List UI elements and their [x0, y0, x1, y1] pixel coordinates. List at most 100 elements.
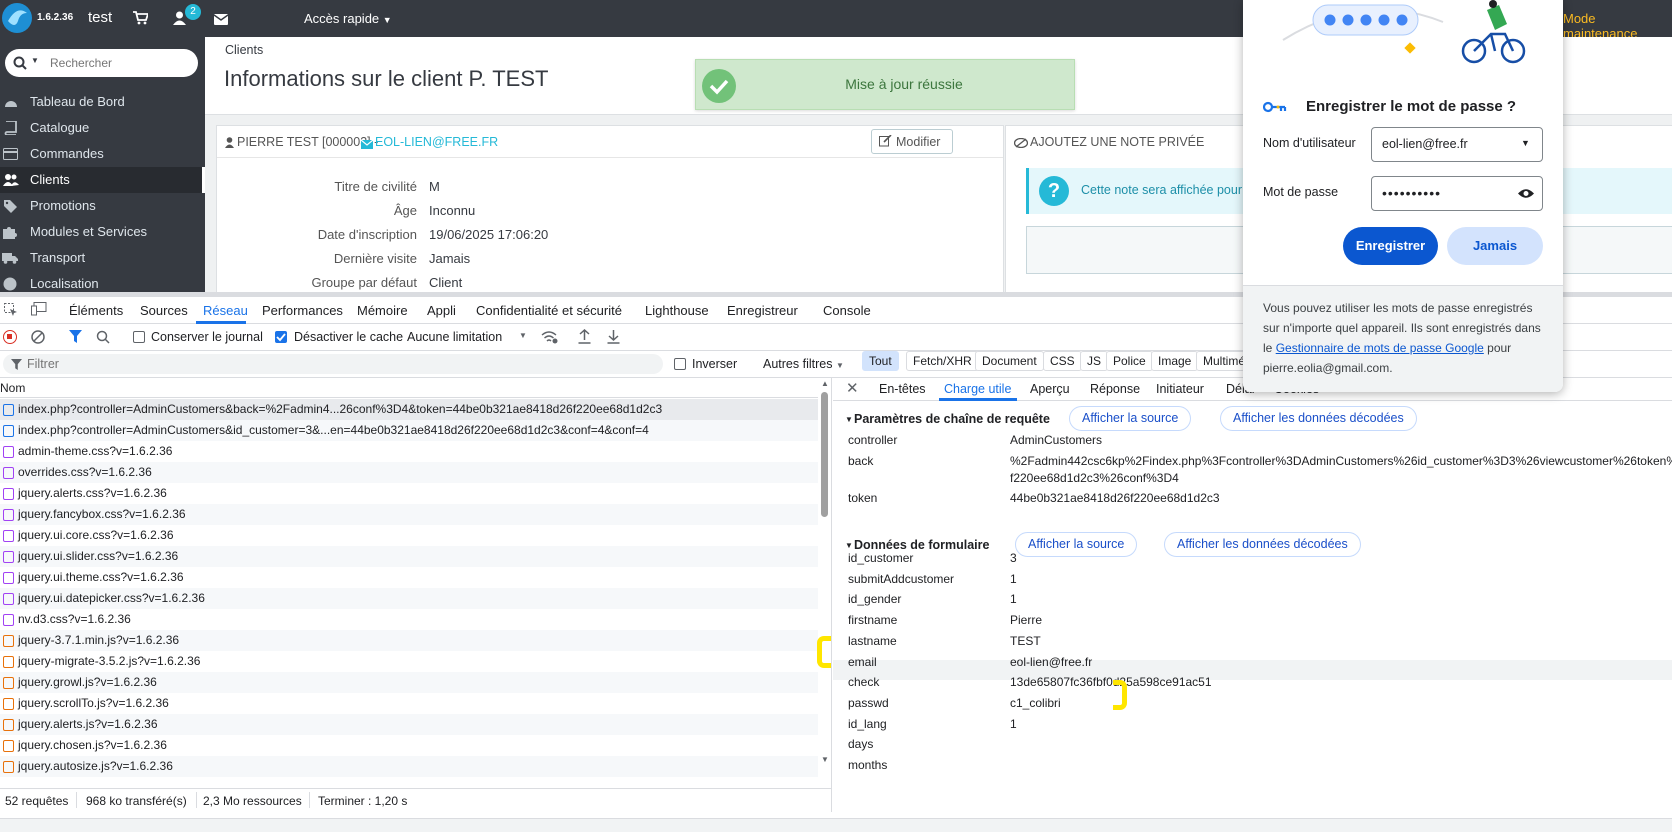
cart-icon[interactable] [133, 11, 150, 28]
query-section-title[interactable]: Paramètres de chaîne de requête [854, 412, 1050, 426]
invert-checkbox[interactable] [674, 358, 686, 370]
tag-icon [4, 200, 17, 213]
sidebar-item-shipping[interactable]: Transport [0, 245, 205, 271]
detail-tab-initiator[interactable]: Initiateur [1156, 382, 1204, 396]
form-view-source-button[interactable]: Afficher la source [1015, 532, 1138, 557]
shop-name-link[interactable]: test [88, 9, 112, 26]
logo-icon[interactable] [2, 3, 32, 33]
chevron-up-icon[interactable]: ▲ [821, 379, 829, 388]
request-row[interactable]: jquery.chosen.js?v=1.6.2.36 [0, 735, 818, 756]
detail-tab-payload[interactable]: Charge utile [944, 382, 1011, 396]
disable-cache-checkbox[interactable] [275, 331, 287, 343]
triangle-down-icon[interactable]: ▼ [845, 415, 853, 424]
detail-tab-response[interactable]: Réponse [1090, 382, 1140, 396]
request-row[interactable]: index.php?controller=AdminCustomers&id_c… [0, 420, 818, 441]
request-row[interactable]: jquery.ui.theme.css?v=1.6.2.36 [0, 567, 818, 588]
filter-chip-all[interactable]: Tout [862, 351, 899, 371]
record-stop-icon[interactable] [3, 330, 17, 344]
tab-privacy[interactable]: Confidentialité et sécurité [476, 303, 622, 318]
request-row[interactable]: nv.d3.css?v=1.6.2.36 [0, 609, 818, 630]
request-row[interactable]: jquery.growl.js?v=1.6.2.36 [0, 672, 818, 693]
detail-tab-headers[interactable]: En-têtes [879, 382, 926, 396]
throttle-select[interactable]: Aucune limitation ▼ [407, 330, 530, 344]
save-password-button[interactable]: Enregistrer [1343, 227, 1438, 265]
filter-chip-js[interactable]: JS [1080, 351, 1109, 371]
name-column-header[interactable]: Nom [0, 378, 818, 398]
tab-network[interactable]: Réseau [203, 303, 248, 318]
clear-icon[interactable] [31, 330, 45, 344]
user-icon[interactable] [173, 11, 186, 28]
import-har-icon[interactable] [578, 329, 591, 344]
query-view-decoded-button[interactable]: Afficher les données décodées [1220, 406, 1417, 431]
triangle-down-icon[interactable]: ▼ [845, 541, 853, 550]
close-icon[interactable]: ✕ [846, 379, 859, 397]
preserve-log-checkbox[interactable] [133, 331, 145, 343]
wifi-settings-icon[interactable] [541, 330, 558, 344]
password-field[interactable]: •••••••••• [1371, 176, 1543, 211]
sidebar-item-label: Catalogue [30, 120, 90, 135]
request-row[interactable]: jquery.fancybox.css?v=1.6.2.36 [0, 504, 818, 525]
filter-chip-document[interactable]: Document [975, 351, 1044, 371]
mail-icon[interactable] [213, 13, 229, 28]
request-row[interactable]: jquery.scrollTo.js?v=1.6.2.36 [0, 693, 818, 714]
filter-chip-image[interactable]: Image [1151, 351, 1199, 371]
request-row[interactable]: admin-theme.css?v=1.6.2.36 [0, 441, 818, 462]
sidebar-item-promotions[interactable]: Promotions [0, 193, 205, 219]
tab-application[interactable]: Appli [427, 303, 456, 318]
username-select[interactable]: eol-lien@free.fr ▼ [1371, 127, 1543, 162]
filter-chip-font[interactable]: Police [1106, 351, 1153, 371]
chevron-down-icon[interactable]: ▼ [821, 755, 829, 764]
tab-console[interactable]: Console [823, 303, 871, 318]
sidebar-item-modules[interactable]: Modules et Services [0, 219, 205, 245]
tab-memory[interactable]: Mémoire [357, 303, 408, 318]
quick-access-menu[interactable]: Accès rapide ▼ [304, 11, 392, 26]
tab-lighthouse[interactable]: Lighthouse [645, 303, 709, 318]
sidebar-item-dashboard[interactable]: Tableau de Bord [0, 89, 205, 115]
never-button[interactable]: Jamais [1447, 227, 1543, 265]
filter-input[interactable] [27, 356, 627, 372]
other-filters-dropdown[interactable]: Autres filtres ▼ [763, 357, 844, 371]
filter-chip-media[interactable]: Multimé [1196, 351, 1245, 371]
request-row[interactable]: jquery-migrate-3.5.2.js?v=1.6.2.36 [0, 651, 818, 672]
request-row[interactable]: jquery.alerts.css?v=1.6.2.36 [0, 483, 818, 504]
tab-recorder[interactable]: Enregistreur [727, 303, 798, 318]
sidebar-search-input[interactable] [50, 54, 190, 72]
request-name: nv.d3.css?v=1.6.2.36 [18, 612, 131, 626]
request-row[interactable]: overrides.css?v=1.6.2.36 [0, 462, 818, 483]
export-har-icon[interactable] [607, 329, 620, 344]
popup-footer: Vous pouvez utiliser les mots de passe e… [1243, 285, 1563, 392]
sidebar-item-orders[interactable]: Commandes [0, 141, 205, 167]
filter-chip-css[interactable]: CSS [1043, 351, 1082, 371]
customer-email-link[interactable]: EOL-LIEN@FREE.FR [375, 135, 498, 149]
sidebar-item-catalog[interactable]: Catalogue [0, 115, 205, 141]
query-view-source-button[interactable]: Afficher la source [1069, 406, 1192, 431]
field-value: Jamais [429, 251, 471, 266]
scrollbar-thumb[interactable] [821, 392, 828, 517]
detail-tab-preview[interactable]: Aperçu [1030, 382, 1070, 396]
field-value: Client [429, 275, 463, 290]
request-row[interactable]: jquery-3.7.1.min.js?v=1.6.2.36 [0, 630, 818, 651]
request-row[interactable]: jquery.alerts.js?v=1.6.2.36 [0, 714, 818, 735]
breadcrumb[interactable]: Clients [225, 43, 263, 57]
sidebar-search[interactable]: ▼ [5, 49, 198, 77]
password-manager-link[interactable]: Gestionnaire de mots de passe Google [1276, 341, 1484, 355]
tab-sources[interactable]: Sources [140, 303, 188, 318]
tab-elements[interactable]: Éléments [69, 303, 123, 318]
request-row[interactable]: jquery.autosize.js?v=1.6.2.36 [0, 756, 818, 777]
form-view-decoded-button[interactable]: Afficher les données décodées [1164, 532, 1361, 557]
edit-customer-button[interactable]: Modifier [871, 129, 953, 154]
filter-input-box[interactable] [3, 354, 663, 374]
form-section-title[interactable]: Données de formulaire [854, 538, 989, 552]
search-icon[interactable] [96, 330, 110, 344]
filter-chip-fetch[interactable]: Fetch/XHR [906, 351, 979, 371]
scrollbar-track[interactable]: ▲ ▼ [818, 378, 831, 768]
sidebar-item-customers[interactable]: Clients [0, 167, 205, 193]
tab-performance[interactable]: Performances [262, 303, 343, 318]
filter-icon[interactable] [69, 330, 82, 343]
request-row[interactable]: jquery.ui.core.css?v=1.6.2.36 [0, 525, 818, 546]
request-row[interactable]: jquery.ui.datepicker.css?v=1.6.2.36 [0, 588, 818, 609]
request-name: jquery.ui.slider.css?v=1.6.2.36 [18, 549, 179, 563]
request-row[interactable]: jquery.ui.slider.css?v=1.6.2.36 [0, 546, 818, 567]
request-row[interactable]: index.php?controller=AdminCustomers&back… [0, 399, 818, 420]
eye-icon[interactable] [1518, 188, 1534, 199]
